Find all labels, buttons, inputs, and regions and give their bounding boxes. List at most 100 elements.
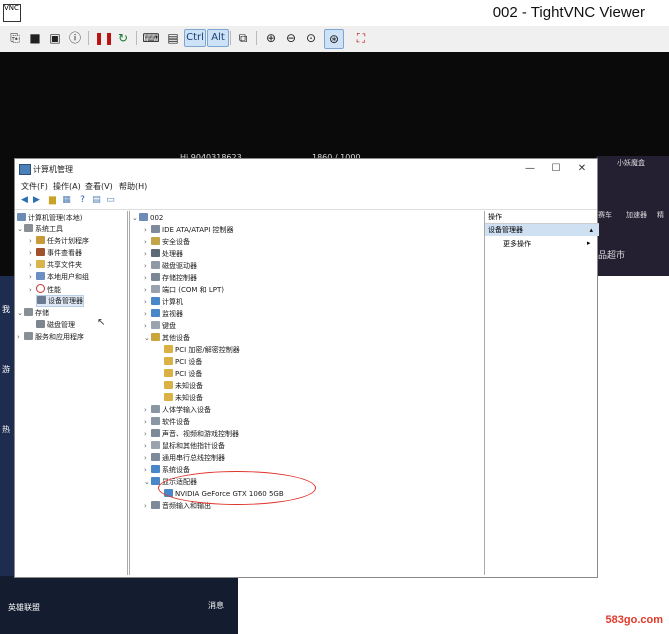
- expand-icon[interactable]: ›: [144, 238, 151, 246]
- ctrl-toggle-button[interactable]: Ctrl: [184, 29, 206, 47]
- device-item[interactable]: 未知设备: [164, 393, 203, 403]
- message-desktop-label[interactable]: 消息: [208, 600, 224, 611]
- minimize-button[interactable]: —: [517, 161, 543, 177]
- tree-storage[interactable]: ⌄ 存储: [17, 308, 49, 318]
- expand-icon[interactable]: ›: [29, 261, 36, 269]
- zoom-in-icon[interactable]: ⊕: [262, 29, 280, 47]
- more-actions-link[interactable]: 更多操作 ▸: [503, 239, 591, 249]
- monitor-icon[interactable]: ▭: [105, 195, 116, 206]
- ctrl-esc-icon[interactable]: ▤: [164, 29, 182, 47]
- expand-icon[interactable]: ›: [144, 322, 151, 330]
- device-root[interactable]: ⌄ 002: [132, 213, 163, 222]
- device-category[interactable]: › 鼠标和其他指针设备: [144, 441, 225, 451]
- expand-icon[interactable]: ›: [29, 273, 36, 281]
- refresh-icon[interactable]: ↻: [114, 29, 132, 47]
- expand-icon[interactable]: ›: [144, 226, 151, 234]
- device-item[interactable]: PCI 加密/解密控制器: [164, 345, 240, 355]
- collapse-icon[interactable]: ⌄: [17, 309, 24, 317]
- up-folder-icon[interactable]: ▆: [47, 195, 58, 206]
- properties-icon[interactable]: ▤: [91, 195, 102, 206]
- maximize-button[interactable]: ☐: [543, 161, 569, 177]
- expand-icon[interactable]: ›: [144, 430, 151, 438]
- close-button[interactable]: ✕: [569, 161, 595, 177]
- tree-system-tools[interactable]: ⌄ 系统工具: [17, 224, 63, 234]
- expand-icon[interactable]: ›: [144, 406, 151, 414]
- help-icon[interactable]: ?: [77, 195, 88, 206]
- tree-task-scheduler[interactable]: › 任务计划程序: [29, 236, 89, 246]
- device-category[interactable]: › 端口 (COM 和 LPT): [144, 285, 224, 295]
- expand-icon[interactable]: ›: [144, 286, 151, 294]
- expand-icon[interactable]: ›: [144, 442, 151, 450]
- expand-icon[interactable]: ›: [144, 502, 151, 510]
- device-item[interactable]: 未知设备: [164, 381, 203, 391]
- collapse-icon[interactable]: ⌄: [132, 214, 139, 222]
- save-icon[interactable]: ■: [26, 29, 44, 47]
- device-category[interactable]: › 磁盘驱动器: [144, 261, 197, 271]
- fullscreen-icon[interactable]: ⛶: [352, 29, 370, 47]
- transfer-files-icon[interactable]: ⧉: [234, 29, 252, 47]
- menu-action[interactable]: 操作(A): [53, 181, 81, 192]
- right-tab[interactable]: 加速器: [626, 210, 647, 220]
- forward-arrow-icon[interactable]: ▶: [31, 195, 42, 206]
- menu-help[interactable]: 帮助(H): [119, 181, 147, 192]
- device-category[interactable]: › 键盘: [144, 321, 176, 331]
- menu-file[interactable]: 文件(F): [21, 181, 48, 192]
- device-category[interactable]: › 软件设备: [144, 417, 190, 427]
- device-category[interactable]: › 计算机: [144, 297, 183, 307]
- menu-view[interactable]: 查看(V): [85, 181, 113, 192]
- device-item[interactable]: PCI 设备: [164, 369, 202, 379]
- zoom-auto-icon[interactable]: ⊛: [324, 29, 344, 49]
- expand-icon[interactable]: ›: [144, 262, 151, 270]
- zoom-out-icon[interactable]: ⊖: [282, 29, 300, 47]
- back-arrow-icon[interactable]: ◀: [19, 195, 30, 206]
- device-category[interactable]: ⌄ 其他设备: [144, 333, 190, 343]
- alt-toggle-button[interactable]: Alt: [207, 29, 229, 47]
- options-icon[interactable]: ▣: [46, 29, 64, 47]
- computer-management-icon: [19, 164, 31, 175]
- expand-icon[interactable]: ›: [29, 286, 36, 294]
- info-icon[interactable]: ⓘ: [66, 29, 84, 47]
- right-tab[interactable]: 精: [657, 210, 664, 220]
- tree-device-manager[interactable]: 设备管理器: [36, 295, 84, 307]
- device-category[interactable]: › IDE ATA/ATAPI 控制器: [144, 225, 234, 235]
- expand-icon[interactable]: ›: [144, 250, 151, 258]
- expand-icon[interactable]: ›: [144, 418, 151, 426]
- device-category[interactable]: › 监视器: [144, 309, 183, 319]
- device-category[interactable]: › 存储控制器: [144, 273, 197, 283]
- device-category[interactable]: › 系统设备: [144, 465, 190, 475]
- collapse-icon[interactable]: ⌄: [17, 225, 24, 233]
- collapse-icon[interactable]: ⌄: [144, 334, 151, 342]
- expand-icon[interactable]: ›: [144, 466, 151, 474]
- new-connection-icon[interactable]: ⎘: [6, 29, 24, 47]
- expand-icon[interactable]: ›: [144, 274, 151, 282]
- device-category[interactable]: › 人体学输入设备: [144, 405, 211, 415]
- show-hide-tree-icon[interactable]: ▦: [61, 195, 72, 206]
- expand-icon[interactable]: ›: [144, 298, 151, 306]
- actions-group-device-manager[interactable]: 设备管理器 ▴: [485, 224, 599, 236]
- device-label: 监视器: [162, 310, 183, 318]
- expand-icon[interactable]: ›: [144, 454, 151, 462]
- tree-performance[interactable]: › 性能: [29, 284, 61, 295]
- tree-root[interactable]: 计算机管理(本地): [17, 213, 82, 223]
- collapse-icon[interactable]: ⌄: [144, 478, 151, 486]
- tree-event-viewer[interactable]: › 事件查看器: [29, 248, 82, 258]
- device-category[interactable]: › 处理器: [144, 249, 183, 259]
- tree-shared-folders[interactable]: › 共享文件夹: [29, 260, 82, 270]
- lol-desktop-label[interactable]: 英雄联盟: [8, 602, 40, 613]
- expand-icon[interactable]: ›: [29, 237, 36, 245]
- expand-icon[interactable]: ›: [17, 333, 24, 341]
- expand-icon[interactable]: ›: [29, 249, 36, 257]
- tree-services[interactable]: › 服务和应用程序: [17, 332, 84, 342]
- right-tab[interactable]: 赛车: [598, 210, 612, 220]
- expand-icon[interactable]: ›: [144, 310, 151, 318]
- pause-icon[interactable]: ❚❚: [94, 29, 114, 47]
- tree-local-users[interactable]: › 本地用户和组: [29, 272, 89, 282]
- device-category[interactable]: › 通用串行总线控制器: [144, 453, 225, 463]
- zoom-100-icon[interactable]: ⊙: [302, 29, 320, 47]
- ctrl-alt-del-icon[interactable]: ⌨: [142, 29, 160, 47]
- device-category[interactable]: › 安全设备: [144, 237, 190, 247]
- device-category[interactable]: › 声音、视频和游戏控制器: [144, 429, 239, 439]
- device-item[interactable]: PCI 设备: [164, 357, 202, 367]
- collapse-arrow-icon[interactable]: ▴: [589, 224, 593, 236]
- tree-disk-management[interactable]: 磁盘管理: [36, 320, 75, 330]
